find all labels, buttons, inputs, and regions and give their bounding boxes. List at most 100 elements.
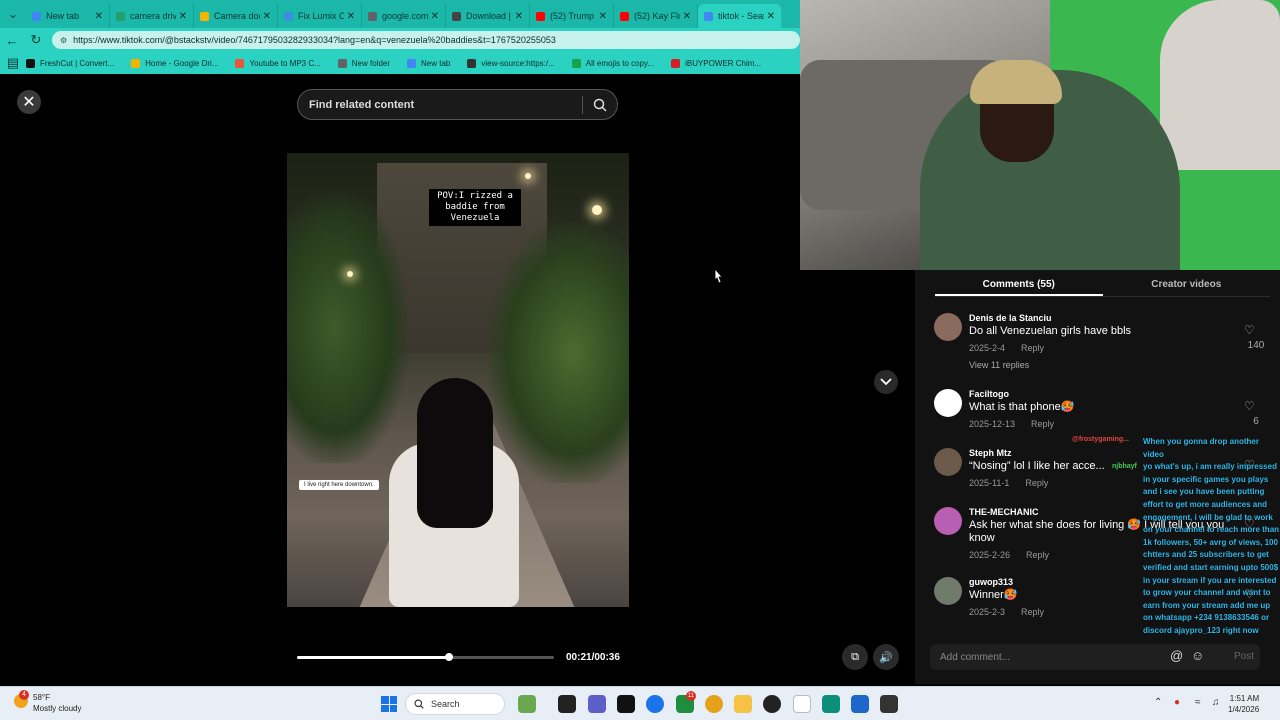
view-replies-button[interactable]: View 11 replies: [969, 360, 1229, 370]
reply-button[interactable]: Reply: [1021, 607, 1044, 617]
bookmark-item[interactable]: iBUYPOWER Chim...: [671, 58, 762, 68]
app-badge: 11: [686, 691, 696, 701]
tab-comments[interactable]: Comments (55): [935, 270, 1103, 296]
reply-button[interactable]: Reply: [1025, 478, 1048, 488]
browser-tab[interactable]: Camera does✕: [194, 4, 278, 28]
tab-label: (52) Kay Flock: [634, 11, 680, 21]
bookmark-label: All emojis to copy...: [585, 58, 655, 68]
side-panel-icon[interactable]: ▤: [0, 52, 26, 74]
tiktok-icon[interactable]: [617, 695, 635, 713]
mention-icon[interactable]: @: [1170, 648, 1183, 663]
video-viewer: ✕ Find related content POV:I rizzed a ba…: [0, 76, 915, 684]
pip-icon[interactable]: ⧉: [842, 644, 868, 670]
close-icon[interactable]: ✕: [17, 90, 41, 114]
browser-tab[interactable]: (52) Trump t ✕: [530, 4, 614, 28]
windows-start-icon[interactable]: [381, 696, 397, 712]
search-input[interactable]: Find related content: [298, 99, 582, 111]
browser-tab[interactable]: (52) Kay Flock✕: [614, 4, 698, 28]
reply-button[interactable]: Reply: [1031, 419, 1054, 429]
volume-icon[interactable]: ♫: [1212, 697, 1220, 708]
back-arrow-icon[interactable]: ←: [0, 28, 24, 52]
tab-label: (52) Trump t: [550, 11, 596, 21]
file-explorer-icon[interactable]: [734, 695, 752, 713]
url-field[interactable]: ⚙ https://www.tiktok.com/@bstackstv/vide…: [52, 31, 800, 49]
add-comment-input[interactable]: Add comment...: [930, 644, 1260, 670]
bookmark-label: New tab: [421, 58, 451, 68]
heart-icon[interactable]: ♡: [1244, 399, 1255, 413]
bookmark-item[interactable]: Youtube to MP3 C...: [235, 58, 321, 68]
like-count: 140: [1247, 340, 1265, 351]
chevron-down-icon[interactable]: [874, 370, 898, 394]
browser-tab[interactable]: tiktok - Searc✕: [698, 4, 782, 28]
search-icon[interactable]: [583, 98, 617, 112]
tab-close-icon[interactable]: ✕: [263, 11, 271, 22]
comment-date: 2025-11-1: [969, 478, 1010, 488]
teams-icon[interactable]: [588, 695, 606, 713]
tab-close-icon[interactable]: ✕: [767, 11, 775, 22]
clock[interactable]: 1:51 AM 1/4/2026: [1228, 693, 1259, 715]
mouse-cursor: [711, 267, 725, 291]
bookmark-icon: [571, 58, 581, 68]
avatar[interactable]: [934, 507, 962, 535]
reply-button[interactable]: Reply: [1026, 550, 1049, 560]
notepad-icon[interactable]: [793, 695, 811, 713]
task-view-icon[interactable]: [558, 695, 576, 713]
browser-tab[interactable]: New tab ✕: [26, 4, 110, 28]
tab-creator-videos[interactable]: Creator videos: [1103, 270, 1271, 296]
bookmark-item[interactable]: FreshCut | Convert...: [26, 58, 114, 68]
comment-author[interactable]: Faciltogo: [969, 389, 1229, 399]
wifi-icon[interactable]: ≈: [1195, 697, 1201, 708]
avatar[interactable]: [934, 389, 962, 417]
taskbar-search[interactable]: Search: [405, 693, 505, 715]
capture-icon[interactable]: [880, 695, 898, 713]
heart-icon[interactable]: ♡: [1244, 323, 1255, 337]
tab-favicon-icon: [536, 11, 545, 21]
bookmark-item[interactable]: New folder: [337, 58, 390, 68]
chat-message: When you gonna drop another video: [1143, 437, 1259, 459]
emoji-icon[interactable]: ☺: [1191, 648, 1204, 663]
video-progress-bar[interactable]: [297, 653, 554, 661]
bookmark-icon: [235, 58, 245, 68]
reply-button[interactable]: Reply: [1021, 343, 1044, 353]
tab-close-icon[interactable]: ✕: [599, 11, 607, 22]
obs-icon[interactable]: [763, 695, 781, 713]
tray-chevron-icon[interactable]: ⌃: [1154, 697, 1162, 708]
video-player[interactable]: POV:I rizzed a baddie from Venezuela I l…: [287, 153, 629, 607]
bookmark-item[interactable]: view-source:https:/...: [467, 58, 555, 68]
browser-tab[interactable]: Fix Lumix Ca✕: [278, 4, 362, 28]
volume-icon[interactable]: 🔊: [873, 644, 899, 670]
tab-close-icon[interactable]: ✕: [431, 11, 439, 22]
bookmark-label: iBUYPOWER Chim...: [685, 58, 762, 68]
reload-icon[interactable]: ↻: [24, 28, 48, 52]
related-search-bar[interactable]: Find related content: [297, 89, 618, 120]
site-info-icon[interactable]: ⚙: [60, 36, 67, 45]
bookmark-item[interactable]: Home - Google Dri...: [131, 58, 218, 68]
street-light: [347, 271, 353, 277]
tab-close-icon[interactable]: ✕: [347, 11, 355, 22]
webcam-overlay: [800, 0, 1280, 270]
progress-knob[interactable]: [444, 653, 453, 661]
app-icon[interactable]: [822, 695, 840, 713]
video-time: 00:21/00:36: [566, 652, 620, 663]
copilot-icon[interactable]: [705, 695, 723, 713]
post-button[interactable]: Post: [1234, 651, 1254, 662]
bookmark-item[interactable]: All emojis to copy...: [571, 58, 655, 68]
comment-author[interactable]: Denis de la Stanciu: [969, 313, 1229, 323]
avatar[interactable]: [934, 448, 962, 476]
browser-tab[interactable]: camera drive✕: [110, 4, 194, 28]
store-icon[interactable]: [851, 695, 869, 713]
tab-search-icon[interactable]: ⌄: [0, 0, 26, 28]
tab-close-icon[interactable]: ✕: [95, 11, 103, 22]
widgets-icon[interactable]: [518, 695, 536, 713]
tab-close-icon[interactable]: ✕: [179, 11, 187, 22]
avatar[interactable]: [934, 313, 962, 341]
chrome-icon[interactable]: [646, 695, 664, 713]
mic-icon[interactable]: ●: [1174, 697, 1180, 708]
tab-favicon-icon: [368, 11, 377, 21]
browser-tab[interactable]: Download | P✕: [446, 4, 530, 28]
browser-tab[interactable]: google.com ✕: [362, 4, 446, 28]
tab-close-icon[interactable]: ✕: [515, 11, 523, 22]
tab-close-icon[interactable]: ✕: [683, 11, 691, 22]
bookmark-item[interactable]: New tab: [407, 58, 451, 68]
avatar[interactable]: [934, 577, 962, 605]
